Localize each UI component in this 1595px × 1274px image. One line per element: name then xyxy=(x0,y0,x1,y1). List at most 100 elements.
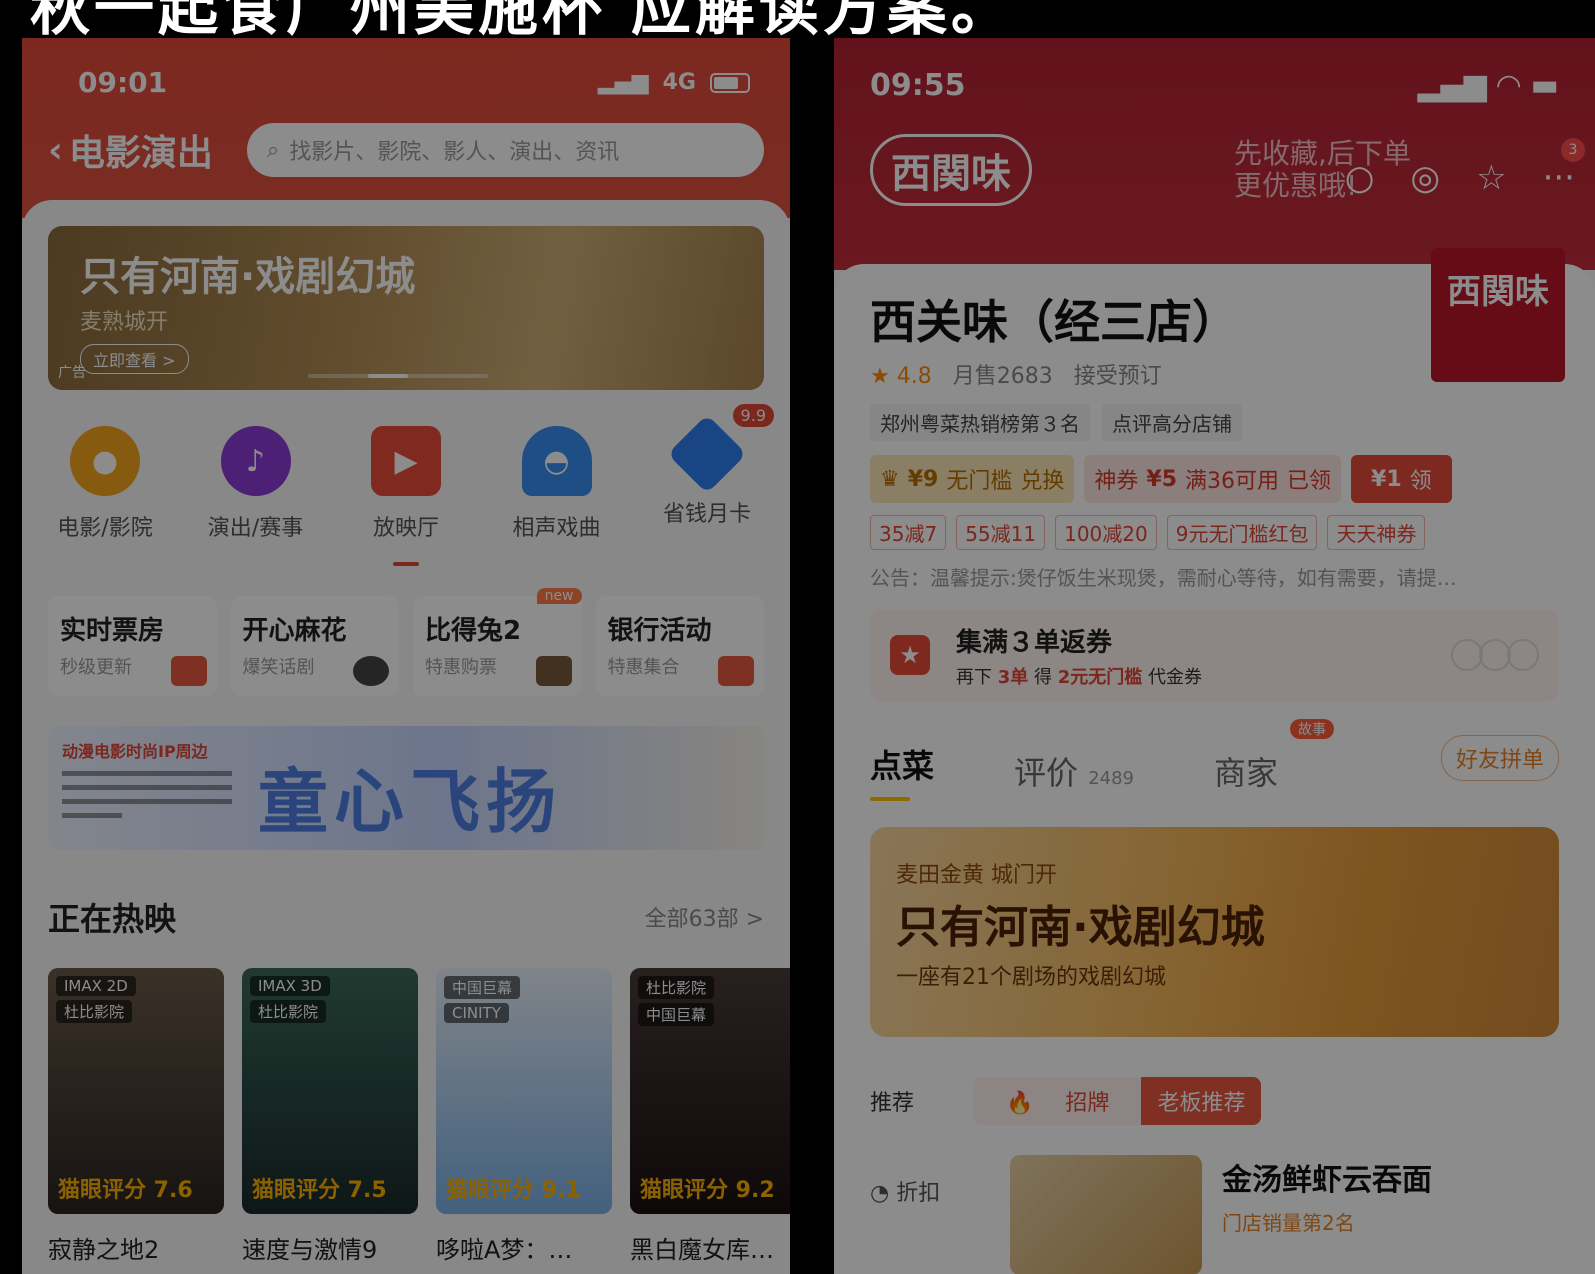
category-monthly-card[interactable]: 省钱月卡 9.9 xyxy=(652,404,774,542)
shop-coupon[interactable]: ¥1 领 xyxy=(1351,455,1452,503)
vip-coupon[interactable]: ♛ ¥9 无门槛 兑换 xyxy=(870,455,1075,503)
exchange-button[interactable]: 兑换 xyxy=(1020,463,1064,495)
tab-merchant[interactable]: 商家 xyxy=(1214,748,1278,794)
category-discount[interactable]: ◔ 折扣 xyxy=(870,1155,990,1274)
card-peter-rabbit[interactable]: 比得兔2 特惠购票 new xyxy=(413,588,582,696)
network-label: 4G xyxy=(662,70,696,95)
movie-card[interactable]: 中国巨幕 CINITY 猫眼评分 9.1 哆啦A梦：… xyxy=(436,968,612,1265)
banner-title: 只有河南·戏剧幻城 xyxy=(896,902,1265,953)
dish-name[interactable]: 金汤鲜虾云吞面 xyxy=(1222,1155,1432,1199)
card-title: 实时票房 xyxy=(60,616,165,646)
coupon-amount: ¥9 xyxy=(907,466,939,492)
card-mahua[interactable]: 开心麻花 爆笑话剧 xyxy=(230,596,399,696)
side-label: 折扣 xyxy=(896,1181,941,1206)
more-icon[interactable]: ··· xyxy=(1543,158,1575,198)
nav-bar: ‹ 电影演出 ⌕ 找影片、影院、影人、演出、资讯 xyxy=(22,99,790,177)
tab-label: 商家 xyxy=(1214,754,1279,792)
status-icons: ▂▄▆ ◠ ▬ xyxy=(1417,68,1559,103)
coupon-row: ♛ ¥9 无门槛 兑换 神券 ¥5 满36可用 已领 ¥1 领 xyxy=(870,455,1559,503)
card-title: 银行活动 xyxy=(607,616,712,646)
banner-button[interactable]: 立即查看 > xyxy=(80,344,189,374)
format-tag: IMAX 2D xyxy=(56,976,136,996)
dish-image[interactable] xyxy=(1010,1155,1202,1274)
shop-notice[interactable]: 公告：温馨提示:煲仔饭生米现煲，需耐心等待，如有需要，请提… xyxy=(870,562,1559,591)
coupon-amount: ¥1 xyxy=(1371,466,1402,492)
page-title: 电影演出 xyxy=(68,133,213,174)
chat-icon[interactable]: ◎ xyxy=(1410,158,1440,198)
search-input[interactable]: ⌕ 找影片、影院、影人、演出、资讯 xyxy=(246,123,764,177)
banner-subtitle: 麦熟城开 xyxy=(80,310,169,335)
recommend-row: 推荐 🔥 招牌 老板推荐 xyxy=(870,1077,1559,1125)
promo-banner[interactable]: 麦田金黄 城门开 只有河南·戏剧幻城 一座有21个剧场的戏剧幻城 xyxy=(870,827,1559,1037)
now-showing-header: 正在热映 全部63部 > xyxy=(48,894,764,940)
stamp-text: 集满３单返券 再下 3单 得 2元无门槛 代金券 xyxy=(956,622,1202,689)
shop-rating: 4.8 xyxy=(896,364,932,389)
recommend-label[interactable]: 推荐 xyxy=(870,1085,914,1117)
category-screening[interactable]: ▶ 放映厅 xyxy=(351,426,461,542)
claim-button[interactable]: 领 xyxy=(1410,463,1432,495)
discount-icon: ◔ xyxy=(870,1181,890,1206)
star-coupon-icon: ★ xyxy=(890,635,930,675)
category-label: 省钱月卡 xyxy=(662,502,751,527)
back-button[interactable]: ‹ 电影演出 xyxy=(48,124,213,176)
category-label: 演出/赛事 xyxy=(207,516,304,541)
ticket-icon xyxy=(170,656,207,686)
card-bank[interactable]: 银行活动 特惠集合 xyxy=(595,596,764,696)
music-note-icon: ♪ xyxy=(220,426,291,496)
card-box-office[interactable]: 实时票房 秒级更新 xyxy=(48,596,217,696)
rank-tag[interactable]: 点评高分店铺 xyxy=(1102,404,1242,441)
rabbit-icon xyxy=(535,656,572,686)
chip-boss-pick[interactable]: 老板推荐 xyxy=(1141,1077,1262,1125)
movie-card[interactable]: IMAX 2D 杜比影院 猫眼评分 7.6 寂静之地2 xyxy=(48,968,224,1265)
ip-promo-banner[interactable]: 动漫电影时尚IP周边 童心飞扬 xyxy=(48,726,764,850)
movie-card[interactable]: IMAX 3D 杜比影院 猫眼评分 7.5 速度与激情9 xyxy=(242,968,418,1265)
discount-tag: 9元无门槛红包 xyxy=(1166,515,1318,550)
movie-card[interactable]: 杜比影院 中国巨幕 猫眼评分 9.2 黑白魔女库… xyxy=(630,968,790,1265)
dish-info: 金汤鲜虾云吞面 门店销量第2名 xyxy=(1222,1155,1432,1274)
category-opera[interactable]: ◓ 相声戏曲 xyxy=(502,426,612,542)
ad-label: 广告 xyxy=(58,365,86,381)
stamp-card[interactable]: ★ 集满３单返券 再下 3单 得 2元无门槛 代金券 xyxy=(870,609,1559,701)
stamp-title: 集满３单返券 xyxy=(956,627,1113,658)
film-reel-icon: ● xyxy=(70,426,140,496)
group-order-button[interactable]: 好友拼单 xyxy=(1440,735,1559,781)
banner-eyebrow: 麦田金黄 城门开 xyxy=(896,863,1057,888)
monthly-sales: 月售2683 xyxy=(952,364,1053,389)
discount-tag: 35减7 xyxy=(870,515,947,550)
tab-order[interactable]: 点菜 xyxy=(870,741,934,801)
discount-tags: 35减7 55减11 100减20 9元无门槛红包 天天神券 xyxy=(870,515,1559,550)
search-placeholder: 找影片、影院、影人、演出、资讯 xyxy=(289,140,620,165)
tab-underline xyxy=(870,797,910,801)
shop-content: 西関味 西关味（经三店） ★ 4.8 月售2683 接受预订 郑州粤菜热销榜第３… xyxy=(834,248,1595,1274)
top-banner[interactable]: 只有河南·戏剧幻城 麦熟城开 立即查看 > 广告 xyxy=(48,226,764,390)
stamp-post: 代金券 xyxy=(1148,666,1202,688)
search-icon[interactable]: ○ xyxy=(1345,158,1375,198)
fan-icon: ◓ xyxy=(521,426,592,496)
chip-signature[interactable]: 🔥 招牌 xyxy=(974,1077,1142,1125)
stamp-pre: 再下 xyxy=(956,666,992,688)
category-label: 电影/影院 xyxy=(57,516,153,541)
rank-tag[interactable]: 郑州粤菜热销榜第３名 xyxy=(870,404,1090,441)
view-all-link[interactable]: 全部63部 > xyxy=(645,901,764,933)
category-movie[interactable]: ● 电影/影院 xyxy=(50,426,160,542)
banner-title: 只有河南·戏剧幻城 xyxy=(80,254,416,300)
format-tag: 中国巨幕 xyxy=(638,1003,715,1026)
movie-poster: IMAX 3D 杜比影院 猫眼评分 7.5 xyxy=(242,968,418,1214)
star-icon[interactable]: ☆ xyxy=(1476,158,1506,198)
play-camera-icon: ▶ xyxy=(371,426,441,496)
format-tag: 杜比影院 xyxy=(56,1000,133,1023)
format-tag: 杜比影院 xyxy=(250,1000,327,1023)
category-label: 放映厅 xyxy=(372,516,439,541)
movie-poster: 中国巨幕 CINITY 猫眼评分 9.1 xyxy=(436,968,612,1214)
status-time: 09:01 xyxy=(78,66,168,99)
god-coupon[interactable]: 神券 ¥5 满36可用 已领 xyxy=(1084,455,1342,503)
tab-reviews[interactable]: 评价 2489 xyxy=(1014,748,1134,794)
stamp-desc: 再下 3单 得 2元无门槛 代金券 xyxy=(956,663,1202,689)
coupon-text: 无门槛 xyxy=(946,469,1013,494)
status-bar: 09:55 ▂▄▆ ◠ ▬ xyxy=(870,68,1559,103)
header-actions: ○ ◎ ☆ ··· xyxy=(1345,158,1575,198)
coupon-label: 神券 xyxy=(1094,469,1139,494)
category-show[interactable]: ♪ 演出/赛事 xyxy=(201,426,311,542)
star-icon: ★ xyxy=(870,364,890,389)
stamp-count: 3单 xyxy=(997,666,1029,688)
